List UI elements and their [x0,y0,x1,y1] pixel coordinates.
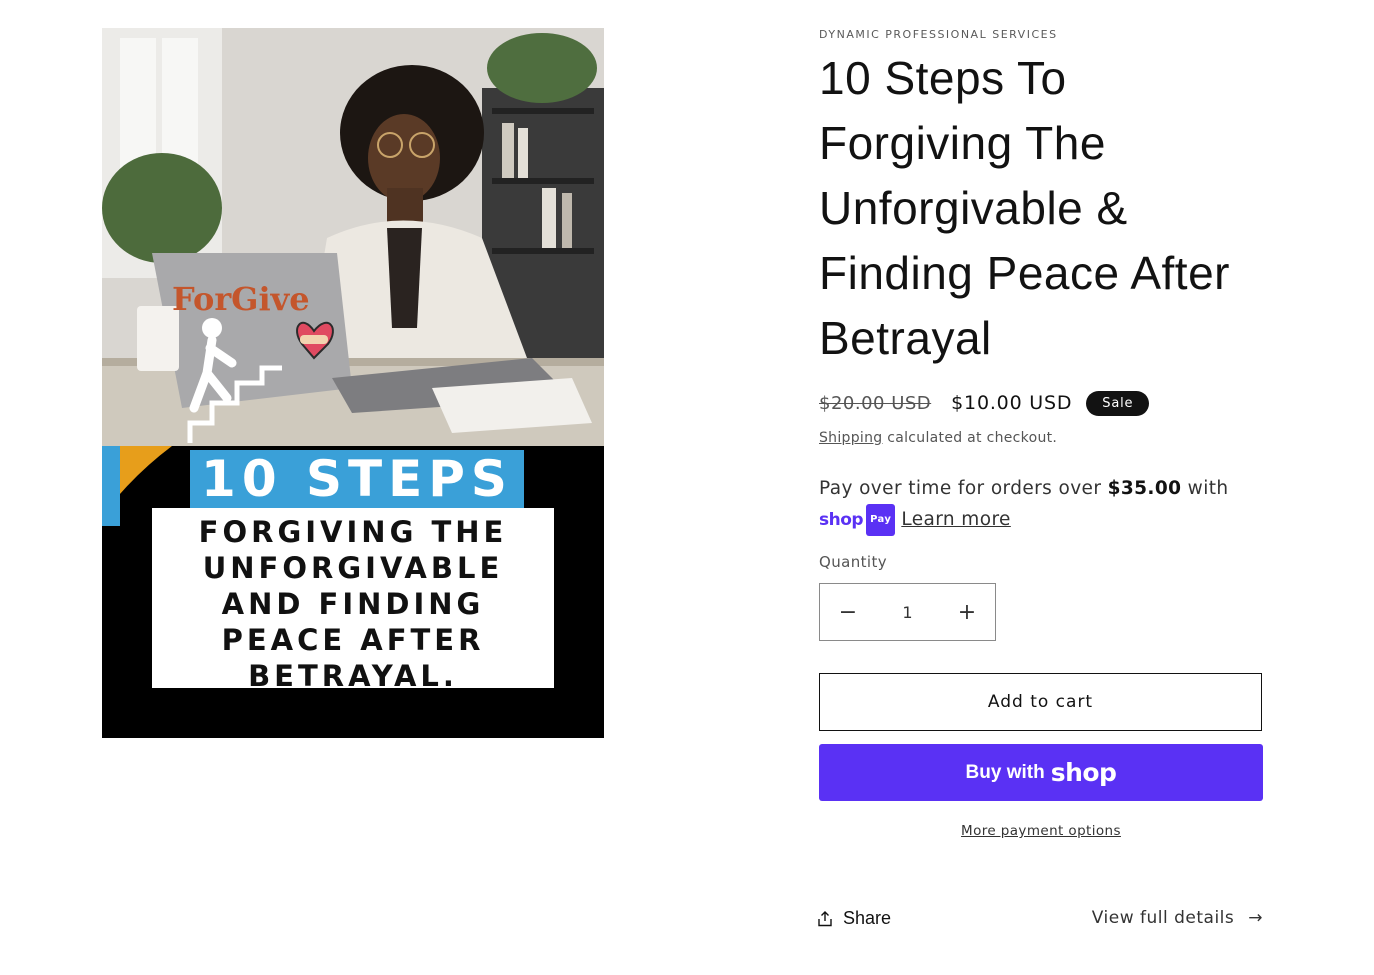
price-row: $20.00 USD $10.00 USD Sale [819,388,1150,418]
vendor-name: DYNAMIC PROFESSIONAL SERVICES [819,28,1058,41]
quantity-input[interactable] [876,601,939,623]
shop-pay-logo: shop [819,510,864,530]
quantity-stepper: − + [819,583,996,641]
view-full-details-link[interactable]: View full details → [1092,908,1263,928]
sale-price: $10.00 USD [951,392,1073,414]
cover-line: BETRAYAL. [248,659,458,693]
quantity-increase-button[interactable]: + [939,584,995,640]
product-image[interactable]: ForGive 10 STEPS TO FORGIVING THE UNFORG… [102,28,604,738]
share-icon [818,910,832,926]
shipping-note: Shipping calculated at checkout. [819,430,1057,446]
add-to-cart-button[interactable]: Add to cart [819,673,1262,731]
cover-line: PEACE AFTER [221,623,485,657]
quantity-label: Quantity [819,553,888,571]
buy-with-shop-button[interactable]: Buy with shop [819,744,1263,801]
shipping-text: calculated at checkout. [882,430,1058,446]
buy-with-label: Buy with [965,761,1045,783]
installments-with: with [1181,478,1229,499]
shop-pay-chip: Pay [866,504,896,536]
share-button[interactable]: Share [817,908,891,929]
installments-amount: $35.00 [1107,478,1182,499]
more-payment-options-link[interactable]: More payment options [961,823,1121,839]
learn-more-link[interactable]: Learn more [901,505,1011,535]
view-full-details-label: View full details [1091,908,1235,928]
sale-badge: Sale [1086,390,1150,416]
regular-price: $20.00 USD [819,392,932,414]
product-title: 10 Steps To Forgiving The Unforgivable &… [819,52,1230,364]
cover-subtitle: FORGIVING THE UNFORGIVABLE AND FINDING P… [152,508,554,693]
share-label: Share [843,908,892,928]
quantity-decrease-button[interactable]: − [820,584,876,640]
installments-banner: Pay over time for orders over $35.00 wit… [819,474,1239,536]
cover-line: AND FINDING [221,587,485,621]
cover-line: FORGIVING THE [198,515,508,549]
cover-line: UNFORGIVABLE [202,551,504,585]
shipping-link[interactable]: Shipping [819,430,882,446]
overlay-forgive: ForGive [172,280,310,318]
shop-logo: shop [1050,758,1117,787]
cover-title: 10 STEPS TO [190,450,524,566]
product-photo: ForGive [102,28,604,446]
arrow-right-icon: → [1248,908,1263,928]
more-payment-options: More payment options [819,823,1263,839]
installments-text: Pay over time for orders over [819,478,1108,499]
